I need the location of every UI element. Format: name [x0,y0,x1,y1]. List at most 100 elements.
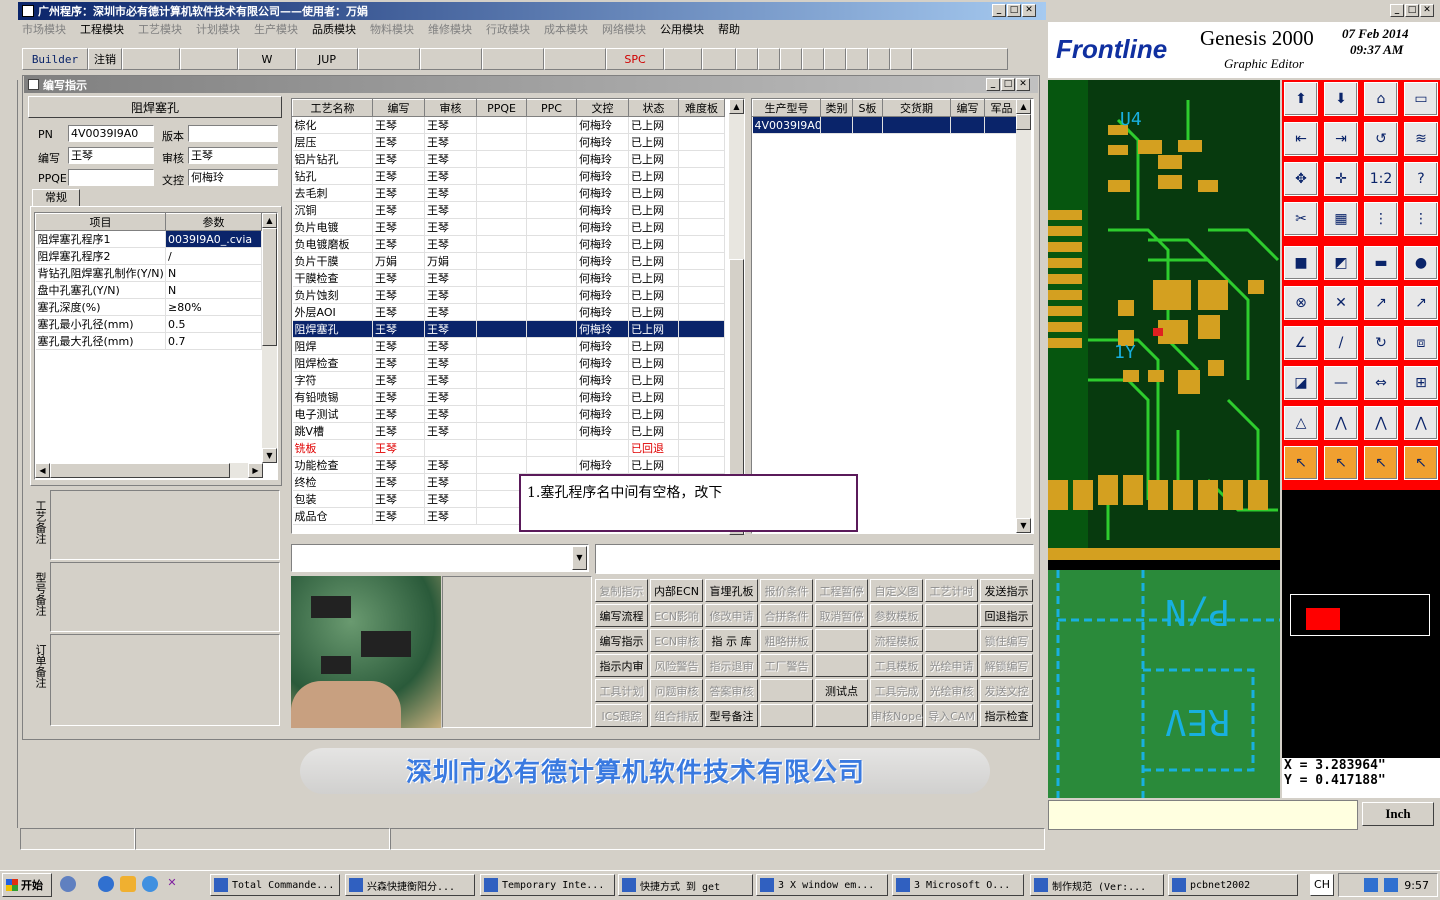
tab-general[interactable]: 常规 [32,189,80,207]
toolbar-button[interactable] [544,48,606,70]
params-header[interactable]: 参数 [165,213,262,231]
reviewer-field[interactable]: 王琴 [188,147,278,164]
process-row[interactable]: 层压 王琴 王琴 何梅玲 已上网 [292,133,725,151]
action-button[interactable]: 复制指示 [595,579,648,602]
quicklaunch-icon[interactable]: ✕ [164,876,180,892]
genesis-tool-icon[interactable]: ✥ [1284,162,1318,196]
order-header[interactable]: 类别 [820,99,853,117]
action-button[interactable]: 编写流程 [595,604,648,627]
genesis-tool-icon[interactable]: ⇔ [1364,366,1398,400]
action-button[interactable]: 取消暂停 [815,604,868,627]
taskbar-item[interactable]: 兴森快捷衡阳分... [345,874,475,896]
scroll-up-icon[interactable]: ▲ [729,99,744,114]
genesis-tool-icon[interactable]: ↖ [1404,446,1438,480]
genesis-tool-icon[interactable]: ↗ [1364,286,1398,320]
process-row[interactable]: 负片干膜 万娟 万娟 何梅玲 已上网 [292,252,725,270]
genesis-tool-icon[interactable]: ✛ [1324,162,1358,196]
toolbar-button[interactable] [664,48,702,70]
genesis-tool-icon[interactable]: ↻ [1364,326,1398,360]
scroll-left-icon[interactable]: ◀ [35,463,50,478]
taskbar-item[interactable]: 3 X window em... [756,874,888,896]
process-row[interactable]: 跳V槽 王琴 王琴 何梅玲 已上网 [292,422,725,440]
menu-item[interactable]: 工艺模块 [138,21,182,39]
menu-item[interactable]: 帮助 [718,21,740,39]
params-vscroll[interactable]: ▲ ▼ [262,213,277,463]
action-button[interactable]: 审核Nope [870,704,923,727]
genesis-tool-icon[interactable]: — [1324,366,1358,400]
note-input[interactable] [595,544,1034,574]
action-button[interactable]: 锁住编写 [980,629,1033,652]
action-button[interactable]: 发送文控 [980,679,1033,702]
process-header[interactable]: 工艺名称 [292,99,373,117]
toolbar-button[interactable] [702,48,736,70]
process-row[interactable]: 阻焊检查 王琴 王琴 何梅玲 已上网 [292,354,725,372]
genesis-tool-icon[interactable]: ⬆ [1284,82,1318,116]
genesis-tool-icon[interactable]: ⧈ [1404,326,1438,360]
param-value[interactable]: 0039I9A0_.cvia [165,230,262,248]
toolbar-button[interactable]: JUP [296,48,358,70]
process-row[interactable]: 去毛刺 王琴 王琴 何梅玲 已上网 [292,184,725,202]
taskbar-item[interactable]: Total Commande... [210,874,340,896]
action-button[interactable] [925,629,978,652]
process-row[interactable]: 负片蚀刻 王琴 王琴 何梅玲 已上网 [292,286,725,304]
process-row[interactable]: 棕化 王琴 王琴 何梅玲 已上网 [292,116,725,134]
genesis-tool-icon[interactable]: ↺ [1364,122,1398,156]
process-header[interactable]: PPC [526,99,577,117]
process-row[interactable]: 有铅喷锡 王琴 王琴 何梅玲 已上网 [292,388,725,406]
process-header[interactable]: 状态 [628,99,679,117]
genesis-tool-icon[interactable]: ⋀ [1404,406,1438,440]
param-value[interactable]: N [165,281,262,299]
genesis-tool-icon[interactable]: / [1324,326,1358,360]
toolbar-button[interactable]: Builder [22,48,88,70]
order-header[interactable]: 交货期 [882,99,951,117]
action-button[interactable]: 测试点 [815,679,868,702]
action-button[interactable]: 工厂警告 [760,654,813,677]
params-row[interactable]: 背钻孔阻焊塞孔制作(Y/N) N [35,264,262,282]
genesis-tool-icon[interactable]: ⬇ [1324,82,1358,116]
menu-item[interactable]: 品质模块 [312,21,356,39]
toolbar-button[interactable] [824,48,846,70]
scroll-right-icon[interactable]: ▶ [248,463,263,478]
action-button[interactable]: 编写指示 [595,629,648,652]
genesis-tool-icon[interactable]: ⋮ [1404,202,1438,236]
genesis-tool-icon[interactable]: ? [1404,162,1438,196]
tray-icon[interactable] [1384,878,1399,892]
minimize-icon[interactable]: _ [992,4,1006,17]
process-header[interactable]: 文控 [576,99,629,117]
action-button[interactable]: 光绘申请 [925,654,978,677]
action-button[interactable]: 光绘审核 [925,679,978,702]
action-button[interactable]: 工具完成 [870,679,923,702]
action-button[interactable]: 工程暂停 [815,579,868,602]
menu-item[interactable]: 物料模块 [370,21,414,39]
quicklaunch-icon[interactable] [98,876,114,892]
action-button[interactable]: 指示检查 [980,704,1033,727]
params-row[interactable]: 阻焊塞孔程序1 0039I9A0_.cvia [35,230,262,248]
process-row[interactable]: 负电镀磨板 王琴 王琴 何梅玲 已上网 [292,235,725,253]
toolbar-button[interactable] [802,48,824,70]
toolbar-button[interactable] [736,48,758,70]
action-button[interactable]: 回退指示 [980,604,1033,627]
menu-item[interactable]: 网络模块 [602,21,646,39]
action-button[interactable]: 解锁编写 [980,654,1033,677]
combo-box[interactable]: ▼ [291,544,589,572]
process-row[interactable]: 外层AOI 王琴 王琴 何梅玲 已上网 [292,303,725,321]
genesis-command-line[interactable] [1048,800,1358,830]
action-button[interactable]: 指 示 库 [705,629,758,652]
toolbar-button[interactable]: W [238,48,296,70]
menu-item[interactable]: 市场模块 [22,21,66,39]
genesis-tool-icon[interactable]: ⋮ [1364,202,1398,236]
menu-item[interactable]: 公用模块 [660,21,704,39]
process-row[interactable]: 阻焊塞孔 王琴 王琴 何梅玲 已上网 [292,320,725,338]
toolbar-button[interactable] [758,48,780,70]
toolbar-button[interactable] [890,48,912,70]
genesis-tool-icon[interactable]: ▦ [1324,202,1358,236]
menu-item[interactable]: 计划模块 [196,21,240,39]
action-button[interactable]: 发送指示 [980,579,1033,602]
taskbar-item[interactable]: pcbnet2002 [1168,874,1298,896]
action-button[interactable] [760,704,813,727]
chevron-down-icon[interactable]: ▼ [572,546,587,570]
menu-item[interactable]: 维修模块 [428,21,472,39]
action-button[interactable]: ECN影响 [650,604,703,627]
units-button[interactable]: Inch [1362,802,1434,826]
action-button[interactable] [925,604,978,627]
